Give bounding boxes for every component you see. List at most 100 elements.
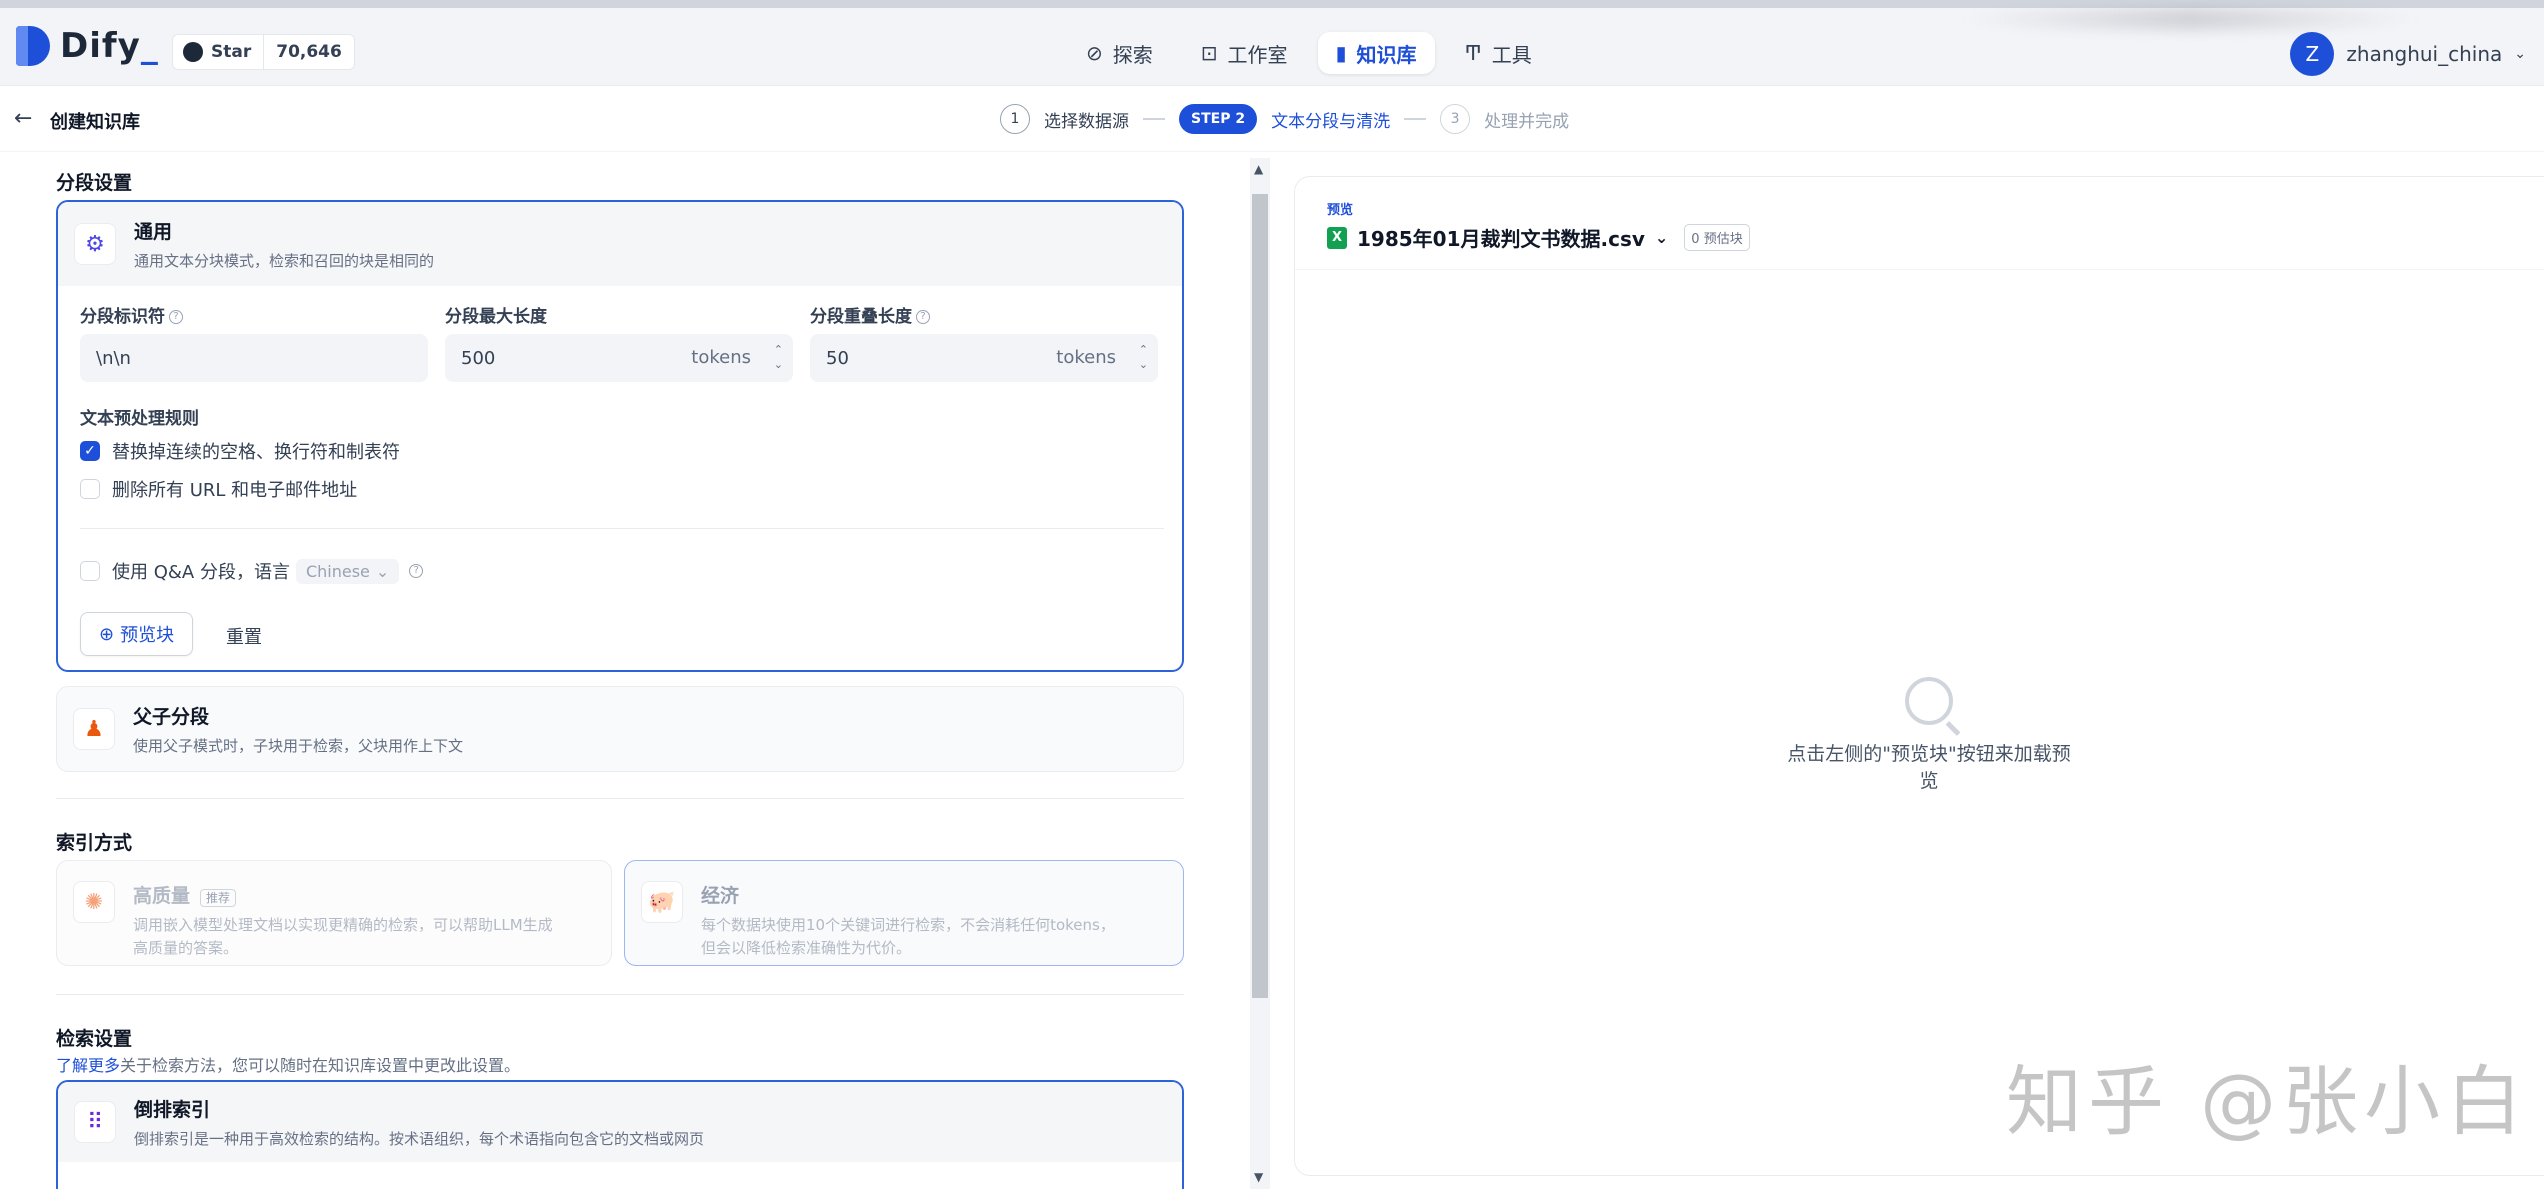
book-icon: ▮ bbox=[1335, 41, 1347, 65]
divider bbox=[80, 528, 1164, 529]
back-arrow-icon[interactable]: ← bbox=[14, 106, 32, 131]
preview-panel: 预览 X 1985年01月裁判文书数据.csv ⌄ 0 预估块 点击左侧的"预览… bbox=[1294, 176, 2544, 1176]
page-title: 创建知识库 bbox=[50, 112, 140, 133]
stepper: 1 选择数据源 STEP 2 文本分段与清洗 3 处理并完成 bbox=[1000, 104, 1569, 134]
sparkle-icon: ✺ bbox=[73, 881, 115, 923]
nav-knowledge[interactable]: ▮ 知识库 bbox=[1317, 32, 1435, 74]
checkbox[interactable] bbox=[80, 479, 100, 499]
overlap-input[interactable]: 50 tokens ⌃ ⌄ bbox=[810, 334, 1158, 382]
step2-label: 文本分段与清洗 bbox=[1271, 111, 1391, 132]
chunk-count-badge: 0 预估块 bbox=[1684, 224, 1750, 251]
step-connector bbox=[1143, 118, 1165, 120]
max-length-label: 分段最大长度 bbox=[445, 307, 547, 327]
parent-child-desc: 使用父子模式时，子块用于检索，父块用作上下文 bbox=[133, 737, 464, 755]
general-segment-card[interactable]: ⚙ 通用 通用文本分块模式，检索和召回的块是相同的 分段标识符? 分段最大长度 … bbox=[56, 200, 1184, 672]
parent-child-segment-card[interactable]: ♟ 父子分段 使用父子模式时，子块用于检索，父块用作上下文 bbox=[56, 686, 1184, 772]
step3-label: 处理并完成 bbox=[1484, 111, 1570, 132]
economy-desc: 每个数据块使用10个关键词进行检索，不会消耗任何tokens， bbox=[701, 916, 1115, 934]
checkbox[interactable] bbox=[80, 561, 100, 581]
star-label: Star bbox=[211, 42, 252, 62]
general-desc: 通用文本分块模式，检索和召回的块是相同的 bbox=[134, 252, 435, 270]
user-menu[interactable]: Z zhanghui_china ⌄ bbox=[2290, 32, 2526, 76]
scrollbar-thumb[interactable] bbox=[1252, 194, 1268, 998]
dify-logo-mark-icon bbox=[16, 26, 50, 66]
overlap-label: 分段重叠长度 bbox=[810, 307, 912, 327]
qa-segment-option[interactable]: 使用 Q&A 分段，语言 Chinese ⌄ ? bbox=[80, 558, 424, 584]
parent-child-icon: ♟ bbox=[73, 708, 115, 750]
language-select[interactable]: Chinese ⌄ bbox=[295, 558, 400, 584]
github-star-button[interactable]: Star 70,646 bbox=[172, 34, 355, 70]
avatar: Z bbox=[2290, 32, 2335, 76]
index-section-title: 索引方式 bbox=[56, 832, 133, 854]
help-icon[interactable]: ? bbox=[169, 310, 183, 324]
retrieval-section-title: 检索设置 bbox=[56, 1028, 133, 1050]
file-selector[interactable]: X 1985年01月裁判文书数据.csv ⌄ 0 预估块 bbox=[1327, 223, 1750, 252]
excel-file-icon: X bbox=[1327, 226, 1347, 249]
nav-explore[interactable]: ⊘ 探索 bbox=[1068, 32, 1171, 74]
divider bbox=[56, 994, 1184, 995]
scroll-up-icon[interactable]: ▲ bbox=[1254, 162, 1263, 176]
stepper-arrows-icon[interactable]: ⌃ ⌄ bbox=[1139, 342, 1148, 372]
high-quality-desc-2: 高质量的答案。 bbox=[133, 939, 239, 957]
preview-empty-state: 点击左侧的"预览块"按钮来加载预览 bbox=[1779, 677, 2079, 793]
rule-replace-whitespace[interactable]: ✓ 替换掉连续的空格、换行符和制表符 bbox=[80, 438, 400, 464]
high-quality-option[interactable]: ✺ 高质量 推荐 调用嵌入模型处理文档以实现更精确的检索，可以帮助LLM生成 高质… bbox=[56, 860, 612, 966]
max-length-input[interactable]: 500 tokens ⌃ ⌄ bbox=[445, 334, 793, 382]
parent-child-title: 父子分段 bbox=[133, 706, 210, 728]
inverted-index-title: 倒排索引 bbox=[134, 1099, 211, 1121]
step1-label: 选择数据源 bbox=[1044, 111, 1129, 132]
nav-studio[interactable]: ⊡ 工作室 bbox=[1183, 32, 1306, 74]
help-icon[interactable]: ? bbox=[916, 310, 930, 324]
reset-button[interactable]: 重置 bbox=[226, 623, 262, 649]
piggy-bank-icon: 🐖 bbox=[641, 881, 683, 923]
scroll-down-icon[interactable]: ▼ bbox=[1254, 1170, 1263, 1184]
rules-title: 文本预处理规则 bbox=[80, 409, 199, 429]
scrollbar[interactable]: ▲ ▼ bbox=[1250, 158, 1270, 1189]
page-header: ← 创建知识库 1 选择数据源 STEP 2 文本分段与清洗 3 处理并完成 bbox=[0, 86, 2544, 152]
rule-remove-urls[interactable]: 删除所有 URL 和电子邮件地址 bbox=[80, 476, 357, 502]
main-nav: ⊘ 探索 ⊡ 工作室 ▮ 知识库 Ͳ 工具 bbox=[1068, 32, 1550, 74]
preview-chunks-button[interactable]: ⊕ 预览块 bbox=[80, 612, 194, 656]
learn-more-link[interactable]: 了解更多 bbox=[56, 1056, 120, 1075]
general-title: 通用 bbox=[134, 221, 173, 243]
step3-number: 3 bbox=[1440, 104, 1471, 134]
app-name: Dify bbox=[60, 26, 141, 66]
high-quality-desc: 调用嵌入模型处理文档以实现更精确的检索，可以帮助LLM生成 bbox=[133, 916, 553, 934]
robot-icon: ⊡ bbox=[1200, 41, 1218, 65]
preview-label: 预览 bbox=[1327, 203, 1354, 218]
chevron-down-icon: ⌄ bbox=[2514, 46, 2526, 62]
user-name: zhanghui_china bbox=[2346, 42, 2503, 66]
recommended-badge: 推荐 bbox=[200, 889, 237, 907]
divider bbox=[56, 798, 1184, 799]
checkbox-checked[interactable]: ✓ bbox=[80, 441, 100, 461]
dify-logo[interactable]: Dify_ bbox=[16, 26, 159, 66]
stepper-arrows-icon[interactable]: ⌃ ⌄ bbox=[774, 342, 783, 372]
segment-section-title: 分段设置 bbox=[56, 172, 133, 194]
file-name: 1985年01月裁判文书数据.csv bbox=[1357, 227, 1645, 251]
inverted-index-desc: 倒排索引是一种用于高效检索的结构。按术语组织，每个术语指向包含它的文档或网页 bbox=[134, 1130, 705, 1148]
economy-title: 经济 bbox=[701, 885, 740, 907]
watermark: 知乎 @张小白 bbox=[2006, 1057, 2529, 1146]
preview-empty-hint: 点击左侧的"预览块"按钮来加载预览 bbox=[1787, 743, 2071, 792]
tool-icon: Ͳ bbox=[1464, 41, 1482, 65]
github-icon bbox=[183, 42, 203, 62]
help-icon[interactable]: ? bbox=[409, 564, 424, 578]
economy-option[interactable]: 🐖 经济 每个数据块使用10个关键词进行检索，不会消耗任何tokens， 但会以… bbox=[624, 860, 1184, 966]
step1-number: 1 bbox=[1000, 104, 1030, 134]
economy-desc-2: 但会以降低检索准确性为代价。 bbox=[701, 939, 912, 957]
chevron-down-icon: ⌄ bbox=[375, 561, 390, 581]
grid-icon: ⠿ bbox=[74, 1101, 116, 1143]
delimiter-label: 分段标识符 bbox=[80, 307, 165, 327]
step2-badge: STEP 2 bbox=[1179, 104, 1258, 134]
delimiter-input[interactable]: \n\n bbox=[80, 334, 428, 382]
search-preview-icon bbox=[1905, 677, 1953, 725]
unit-label: tokens bbox=[1056, 347, 1116, 368]
unit-label: tokens bbox=[691, 347, 751, 368]
window-shadow bbox=[1960, 8, 2420, 30]
chevron-down-icon: ⌄ bbox=[1654, 228, 1669, 247]
inverted-index-card[interactable]: ⠿ 倒排索引 倒排索引是一种用于高效检索的结构。按术语组织，每个术语指向包含它的… bbox=[56, 1080, 1184, 1189]
retrieval-hint: 关于检索方法，您可以随时在知识库设置中更改此设置。 bbox=[120, 1056, 521, 1075]
top-navbar: Dify_ Star 70,646 ⊘ 探索 ⊡ 工作室 ▮ 知识库 Ͳ 工具 Z zh… bbox=[0, 0, 2544, 86]
nav-tools[interactable]: Ͳ 工具 bbox=[1447, 32, 1550, 74]
star-count: 70,646 bbox=[276, 42, 342, 62]
